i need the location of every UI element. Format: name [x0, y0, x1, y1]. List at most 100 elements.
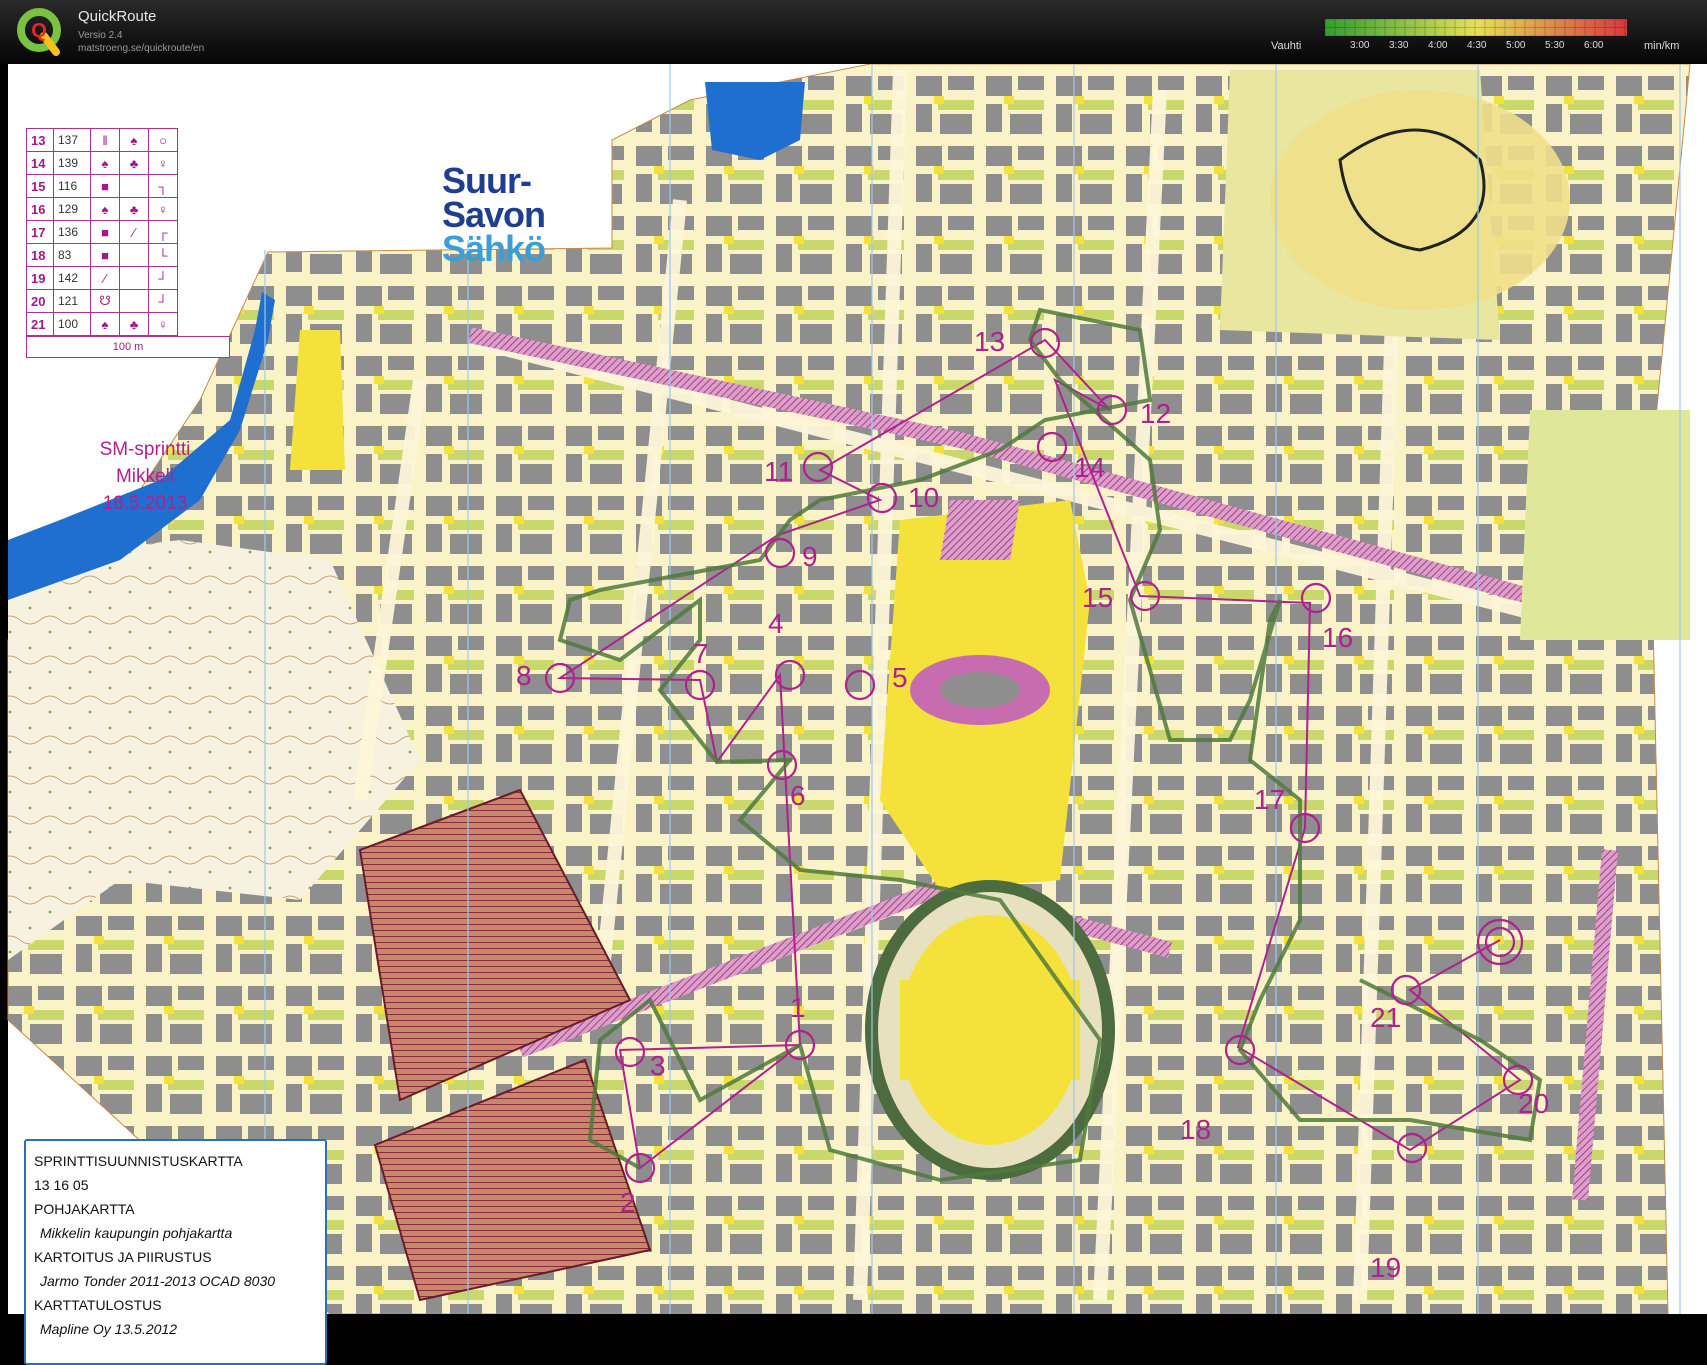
info-line: 13 16 05: [34, 1177, 89, 1193]
control-number-cell: 14: [26, 151, 54, 175]
detail-symbol-cell: ♣: [119, 151, 149, 175]
control-description-table: 13 137 ‖ ♠ ○ 14 139 ♠ ♣ ♀ 15 116 ■ ┐ 16 129 ♠ ♣ ♀ 17 136 ■ ⁄ ┌ 1…: [26, 128, 178, 336]
control-row: 18 83 ■ └: [26, 243, 178, 267]
control-number-cell: 15: [26, 174, 54, 198]
info-line: SPRINTTISUUNNISTUSKARTTA: [34, 1153, 243, 1169]
info-line: POHJAKARTTA: [34, 1201, 135, 1217]
pace-tick: 6:00: [1584, 40, 1604, 51]
control-row: 20 121 ☋ ┘: [26, 289, 178, 313]
detail-symbol-cell: [119, 174, 149, 198]
control-row: 13 137 ‖ ♠ ○: [26, 128, 178, 152]
scale-bar: 100 m: [26, 336, 230, 358]
control-number-cell: 20: [26, 289, 54, 313]
location-symbol-cell: ┌: [148, 220, 178, 244]
app-url-link[interactable]: matstroeng.se/quickroute/en: [78, 43, 204, 54]
feature-symbol-cell: ■: [90, 174, 120, 198]
control-number-cell: 17: [26, 220, 54, 244]
info-line: Mapline Oy 13.5.2012: [40, 1321, 177, 1337]
location-symbol-cell: ♀: [148, 197, 178, 221]
info-line: KARTTATULOSTUS: [34, 1297, 162, 1313]
control-row: 19 142 ⁄ ┘: [26, 266, 178, 290]
control-code-cell: 142: [53, 266, 91, 290]
svg-text:Q: Q: [31, 20, 47, 42]
control-number: 2: [620, 1187, 636, 1218]
event-city: Mikkeli: [115, 466, 175, 487]
control-number: 8: [516, 660, 532, 691]
pace-unit: min/km: [1644, 40, 1680, 52]
control-number: 21: [1370, 1002, 1402, 1033]
top-bar: Q QuickRoute Versio 2.4 matstroeng.se/qu…: [0, 0, 1707, 64]
pace-tick: 5:30: [1545, 40, 1565, 51]
app-version: Versio 2.4: [78, 30, 123, 41]
feature-symbol-cell: ■: [90, 220, 120, 244]
detail-symbol-cell: ♣: [119, 312, 149, 336]
control-number: 18: [1180, 1114, 1212, 1145]
control-number-cell: 13: [26, 128, 54, 152]
control-number-cell: 18: [26, 243, 54, 267]
quickroute-logo: Q: [17, 8, 61, 56]
control-number-cell: 16: [26, 197, 54, 221]
control-number: 17: [1254, 784, 1286, 815]
location-symbol-cell: ○: [148, 128, 178, 152]
pace-color-scale: [1325, 19, 1627, 36]
control-number: 15: [1082, 582, 1114, 613]
brand-line-3: Sähkö: [442, 228, 546, 269]
orienteering-map[interactable]: 13 137 ‖ ♠ ○ 14 139 ♠ ♣ ♀ 15 116 ■ ┐ 16 129 ♠ ♣ ♀ 17 136 ■ ⁄ ┌ 1…: [0, 64, 1707, 1365]
app-title: QuickRoute: [78, 8, 157, 25]
pace-tick: 4:30: [1467, 40, 1487, 51]
control-row: 15 116 ■ ┐: [26, 174, 178, 198]
control-number: 5: [892, 662, 908, 693]
control-code-cell: 83: [53, 243, 91, 267]
feature-symbol-cell: ■: [90, 243, 120, 267]
control-number: 14: [1074, 452, 1106, 483]
pace-tick: 3:00: [1350, 40, 1370, 51]
control-code-cell: 136: [53, 220, 91, 244]
control-number: 20: [1518, 1088, 1550, 1119]
control-number: 6: [790, 780, 806, 811]
control-number: 11: [764, 456, 794, 487]
feature-symbol-cell: ⁄: [90, 266, 120, 290]
pace-tick: 3:30: [1389, 40, 1409, 51]
control-number: 1: [790, 992, 806, 1023]
detail-symbol-cell: ♣: [119, 197, 149, 221]
info-line: Mikkelin kaupungin pohjakartta: [40, 1225, 233, 1241]
location-symbol-cell: ♀: [148, 312, 178, 336]
feature-symbol-cell: ♠: [90, 197, 120, 221]
control-number: 13: [974, 326, 1006, 357]
control-code-cell: 100: [53, 312, 91, 336]
control-number: 9: [802, 541, 818, 572]
control-number-cell: 21: [26, 312, 54, 336]
event-date: 18.5.2013: [102, 493, 188, 514]
location-symbol-cell: └: [148, 243, 178, 267]
control-code-cell: 137: [53, 128, 91, 152]
control-number: 3: [650, 1050, 666, 1081]
detail-symbol-cell: ♠: [119, 128, 149, 152]
info-line: KARTOITUS JA PIIRUSTUS: [34, 1249, 212, 1265]
pace-tick: 4:00: [1428, 40, 1448, 51]
control-row: 16 129 ♠ ♣ ♀: [26, 197, 178, 221]
feature-symbol-cell: ☋: [90, 289, 120, 313]
control-number-cell: 19: [26, 266, 54, 290]
control-number: 7: [693, 638, 709, 669]
map-info-box: SPRINTTISUUNNISTUSKARTTA 13 16 05 POHJAK…: [24, 1139, 327, 1365]
control-number: 4: [768, 608, 784, 639]
feature-symbol-cell: ‖: [90, 128, 120, 152]
location-symbol-cell: ┐: [148, 174, 178, 198]
control-number: 16: [1322, 622, 1354, 653]
control-code-cell: 121: [53, 289, 91, 313]
detail-symbol-cell: ⁄: [119, 220, 149, 244]
stadium: [865, 880, 1115, 1180]
map-graphics: [0, 64, 1707, 1314]
control-row: 14 139 ♠ ♣ ♀: [26, 151, 178, 175]
control-number: 10: [908, 482, 940, 513]
event-name: SM-sprintti: [99, 439, 191, 460]
control-number: 12: [1140, 398, 1172, 429]
detail-symbol-cell: [119, 266, 149, 290]
control-number: 19: [1370, 1252, 1402, 1283]
control-code-cell: 116: [53, 174, 91, 198]
pace-label: Vauhti: [1271, 40, 1302, 52]
control-code-cell: 139: [53, 151, 91, 175]
location-symbol-cell: ┘: [148, 266, 178, 290]
control-code-cell: 129: [53, 197, 91, 221]
detail-symbol-cell: [119, 289, 149, 313]
